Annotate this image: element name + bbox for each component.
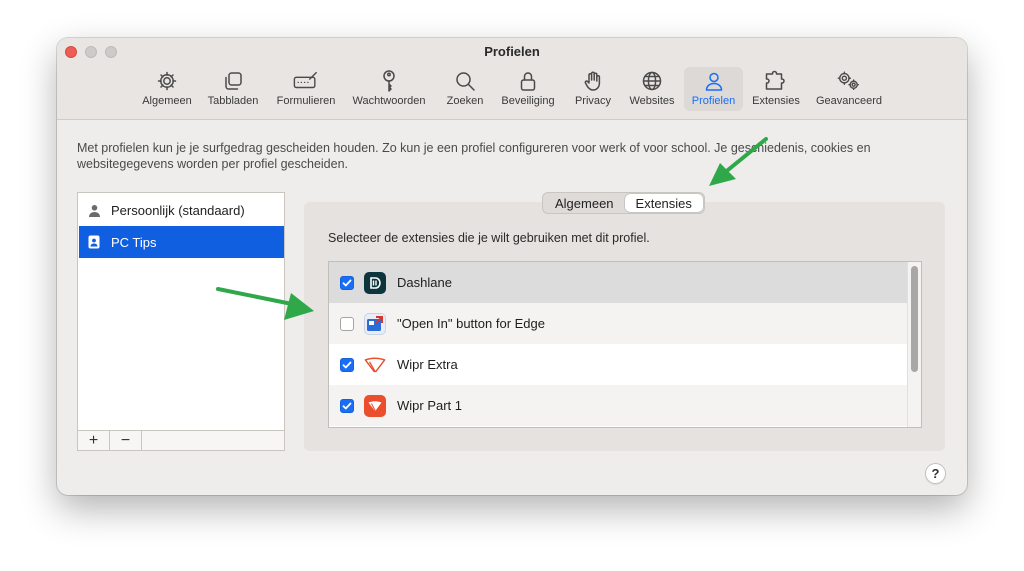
extension-checkbox[interactable] <box>340 275 354 290</box>
add-profile-button[interactable]: + <box>78 431 110 450</box>
gear-icon <box>154 69 180 93</box>
tabs-icon <box>220 69 246 93</box>
tab-tabbladen[interactable]: Tabbladen <box>202 67 264 111</box>
extension-row-dashlane[interactable]: Dashlane <box>329 262 909 303</box>
extension-name: Wipr Part 1 <box>397 398 463 413</box>
tab-formulieren[interactable]: Formulieren <box>271 67 341 111</box>
scrollbar-thumb[interactable] <box>911 266 918 372</box>
extensions-list: Dashlane "Open In" button for Edge Wipr … <box>328 261 922 428</box>
tab-algemeen[interactable]: Algemeen <box>137 67 197 111</box>
window-title: Profielen <box>484 44 540 59</box>
toolbar: Profielen Algemeen Tabbladen Formulieren… <box>57 38 967 120</box>
tab-extensies[interactable]: Extensies <box>748 67 804 111</box>
tab-geavanceerd[interactable]: Geavanceerd <box>811 67 887 111</box>
open-in-edge-icon <box>364 312 386 335</box>
extensions-instruction: Selecteer de extensies die je wilt gebru… <box>328 231 650 245</box>
form-icon <box>293 69 319 93</box>
tab-privacy[interactable]: Privacy <box>569 67 617 111</box>
search-icon <box>452 69 478 93</box>
profile-segmented-control: Algemeen Extensies <box>542 192 705 214</box>
id-badge-icon <box>87 235 101 249</box>
extension-row-wipr-extra[interactable]: Wipr Extra <box>329 344 909 385</box>
tab-beveiliging[interactable]: Beveiliging <box>497 67 559 111</box>
globe-icon <box>639 69 665 93</box>
preferences-window: Profielen Algemeen Tabbladen Formulieren… <box>57 38 967 495</box>
dashlane-icon <box>364 271 386 294</box>
lock-icon <box>515 69 541 93</box>
wipr-extra-icon <box>364 354 386 376</box>
profile-label: PC Tips <box>111 234 157 250</box>
segment-extensies[interactable]: Extensies <box>624 194 703 212</box>
extension-name: Wipr Extra <box>397 357 458 372</box>
tab-zoeken[interactable]: Zoeken <box>441 67 489 111</box>
arrow-annotation-icon <box>709 137 768 186</box>
extension-row-open-in-edge[interactable]: "Open In" button for Edge <box>329 303 909 344</box>
profile-item-persoonlijk[interactable]: Persoonlijk (standaard) <box>79 194 284 226</box>
extension-row-wipr-part-1[interactable]: Wipr Part 1 <box>329 385 909 426</box>
extension-name: "Open In" button for Edge <box>397 316 545 331</box>
help-button[interactable]: ? <box>925 463 946 484</box>
extension-checkbox[interactable] <box>340 357 354 372</box>
profile-label: Persoonlijk (standaard) <box>111 202 245 218</box>
arrow-annotation-icon <box>216 287 314 320</box>
person-icon <box>701 69 727 93</box>
tab-wachtwoorden[interactable]: Wachtwoorden <box>347 67 431 111</box>
extension-name: Dashlane <box>397 275 452 290</box>
tab-websites[interactable]: Websites <box>625 67 679 111</box>
hand-icon <box>580 69 606 93</box>
profile-item-pc-tips[interactable]: PC Tips <box>79 226 284 258</box>
profiles-description: Met profielen kun je je surfgedrag gesch… <box>77 141 871 171</box>
profile-list-footer: + − <box>78 430 284 450</box>
extension-checkbox[interactable] <box>340 398 354 413</box>
remove-profile-button[interactable]: − <box>110 431 142 450</box>
person-icon <box>87 203 101 217</box>
wipr-part-1-icon <box>364 394 386 417</box>
key-icon <box>376 69 402 93</box>
extensions-scrollbar[interactable] <box>907 262 921 427</box>
segment-algemeen[interactable]: Algemeen <box>544 194 625 212</box>
puzzle-icon <box>763 69 789 93</box>
gears-icon <box>836 69 862 93</box>
tab-profielen[interactable]: Profielen <box>684 67 743 111</box>
extension-checkbox[interactable] <box>340 316 354 331</box>
